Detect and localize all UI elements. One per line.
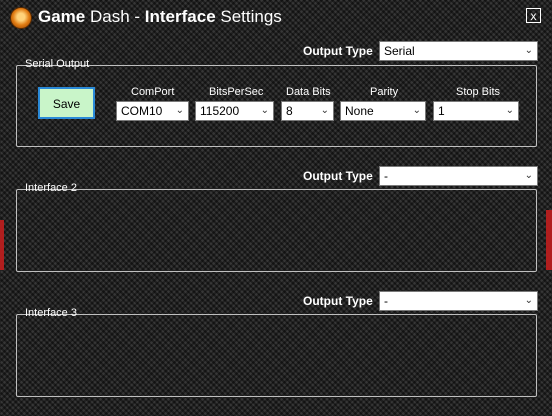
parity-value: None (345, 104, 374, 118)
stopbits-value: 1 (438, 104, 445, 118)
title-interface: Interface (144, 7, 216, 26)
background-edge (546, 210, 552, 270)
chevron-down-icon: ⌄ (175, 105, 184, 116)
stopbits-select[interactable]: 1 ⌄ (433, 101, 519, 121)
comport-select[interactable]: COM10 ⌄ (116, 101, 189, 121)
chevron-down-icon: ⌄ (320, 105, 329, 116)
output-type-select-1[interactable]: Serial ⌄ (379, 41, 538, 61)
title-settings: Settings (215, 7, 282, 26)
interface-3-group: Interface 3 (16, 307, 537, 397)
bitspersec-label: BitsPerSec (209, 86, 264, 98)
group-title: Interface 3 (25, 307, 77, 319)
output-type-label: Output Type (303, 294, 373, 308)
save-button[interactable]: Save (38, 87, 95, 119)
databits-select[interactable]: 8 ⌄ (281, 101, 334, 121)
title-game: Game (38, 7, 86, 26)
databits-label: Data Bits (286, 86, 331, 98)
chevron-down-icon: ⌄ (412, 105, 421, 116)
chevron-down-icon: ⌄ (524, 295, 533, 306)
group-title: Serial Output (25, 58, 90, 70)
chevron-down-icon: ⌄ (505, 105, 514, 116)
databits-value: 8 (286, 104, 293, 118)
comport-label: ComPort (131, 86, 175, 98)
group-title: Interface 2 (25, 182, 77, 194)
output-type-label: Output Type (303, 44, 373, 58)
title-bar[interactable]: Game Dash - Interface Settings x (0, 0, 552, 34)
background-edge (0, 220, 4, 270)
output-type-value: - (384, 294, 388, 308)
output-type-value: Serial (384, 44, 415, 58)
interface-2-group: Interface 2 (16, 182, 537, 272)
output-type-value: - (384, 169, 388, 183)
bitspersec-select[interactable]: 115200 ⌄ (195, 101, 274, 121)
title-dash: Dash - (85, 7, 145, 26)
game-dash-logo-icon (10, 7, 32, 29)
settings-window: Game Dash - Interface Settings x Output … (0, 0, 552, 416)
chevron-down-icon: ⌄ (524, 45, 533, 56)
close-button[interactable]: x (526, 8, 541, 23)
stopbits-label: Stop Bits (456, 86, 501, 98)
parity-select[interactable]: None ⌄ (340, 101, 426, 121)
window-title: Game Dash - Interface Settings (38, 7, 282, 27)
output-type-select-3[interactable]: - ⌄ (379, 291, 538, 311)
output-type-select-2[interactable]: - ⌄ (379, 166, 538, 186)
chevron-down-icon: ⌄ (260, 105, 269, 116)
chevron-down-icon: ⌄ (524, 170, 533, 181)
parity-label: Parity (370, 86, 399, 98)
comport-value: COM10 (121, 104, 163, 118)
bitspersec-value: 115200 (200, 104, 240, 118)
close-icon: x (530, 9, 537, 23)
output-type-label: Output Type (303, 169, 373, 183)
